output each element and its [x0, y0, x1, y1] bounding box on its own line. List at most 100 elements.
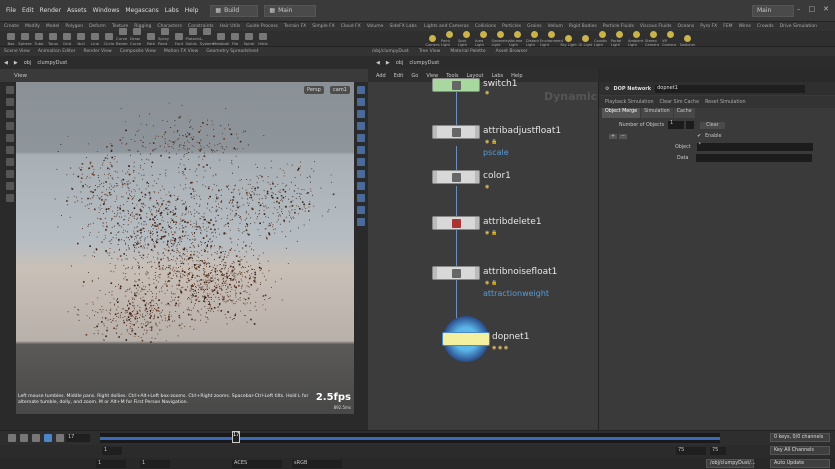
workspace-select[interactable]: ▦ Main	[264, 4, 317, 17]
magnet-icon[interactable]	[6, 182, 14, 190]
shelf-tool-spot-light[interactable]: Spot Light	[458, 31, 475, 47]
shelf-tool-environment-light[interactable]: Environment Light	[540, 31, 563, 47]
start-field[interactable]: 1	[96, 460, 126, 468]
shelf-tab-right-1[interactable]: Collisions	[475, 24, 496, 29]
persp-menu[interactable]: Persp	[304, 86, 324, 94]
shelf-tab-13[interactable]: Cloud FX	[341, 24, 361, 29]
shelf-tool-stereo-camera[interactable]: Stereo Camera	[645, 31, 662, 47]
forward-icon[interactable]: ▶	[14, 60, 18, 66]
reset-sim[interactable]: Reset Simulation	[705, 100, 745, 105]
key-all-channels-button[interactable]: Key All Channels	[770, 446, 830, 455]
shelf-tab-3[interactable]: Polygon	[65, 24, 83, 29]
desktop-select[interactable]: ▦ Build	[210, 4, 259, 17]
shelf-tool-switcher[interactable]: Switcher	[679, 35, 696, 47]
shelf-tab-right-6[interactable]: Particle Fluids	[603, 24, 634, 29]
shelf-tool-file[interactable]: File	[228, 33, 242, 46]
shelf-tab-2[interactable]: Model	[46, 24, 60, 29]
select-tool-icon[interactable]	[6, 86, 14, 94]
node-dopnet1[interactable]	[442, 332, 490, 346]
node-attribadjustfloat1[interactable]	[432, 125, 480, 139]
shelf-tab-right-10[interactable]: FEM	[723, 24, 732, 29]
left-tab-1[interactable]: Animation Editor	[38, 49, 76, 54]
lighting-icon[interactable]	[357, 122, 365, 130]
shelf-tool-caustic-light[interactable]: Caustic Light	[594, 31, 611, 47]
shelf-tab-right-7[interactable]: Viscous Fluids	[640, 24, 672, 29]
right-tab-1[interactable]: Tree View	[419, 49, 441, 54]
shelf-tool-curve-bezier[interactable]: Curve Bezier	[116, 28, 130, 46]
maximize-icon[interactable]: □	[809, 5, 816, 13]
left-tab-5[interactable]: Geometry Spreadsheet	[206, 49, 258, 54]
shelf-tab-right-5[interactable]: Rigid Bodies	[569, 24, 597, 29]
network-editor[interactable]: Dynamics switch1 ◉ attribadjustfloat1 ◉ …	[368, 78, 604, 430]
object-field[interactable]: *	[696, 143, 813, 151]
net-back-icon[interactable]: ◀	[376, 60, 380, 66]
range-end-field[interactable]: 75	[676, 447, 706, 455]
menu-assets[interactable]: Assets	[67, 7, 87, 14]
net-forward-icon[interactable]: ▶	[386, 60, 390, 66]
right-tab-3[interactable]: Asset Browser	[496, 49, 528, 54]
shelf-tool-metaball[interactable]: Metaball	[213, 33, 229, 46]
points-icon[interactable]	[357, 146, 365, 154]
tab-cache[interactable]: Cache	[673, 108, 695, 118]
shelf-tool-gi-light[interactable]: GI Light	[577, 35, 594, 47]
move-tool-icon[interactable]	[6, 98, 14, 106]
shelf-tab-right-4[interactable]: Vellum	[548, 24, 563, 29]
shelf-tool-sphere[interactable]: Sphere	[18, 33, 32, 46]
range-end-field-2[interactable]: 75	[710, 447, 726, 455]
shading-icon[interactable]	[357, 98, 365, 106]
ghost-icon[interactable]	[357, 134, 365, 142]
shelf-tab-right-9[interactable]: Pyro FX	[700, 24, 717, 29]
display-select[interactable]: sRGB	[292, 460, 342, 468]
shelf-tool-vr-camera[interactable]: VR Camera	[662, 31, 679, 47]
scene-viewport[interactable]: Persp cam1 Left mouse tumbles. Middle pa…	[16, 82, 354, 414]
menu-help[interactable]: Help	[185, 7, 199, 14]
left-tab-2[interactable]: Render View	[84, 49, 112, 54]
rotate-tool-icon[interactable]	[6, 110, 14, 118]
tab-object-merge[interactable]: Object Merge	[602, 108, 641, 118]
shelf-tab-right-13[interactable]: Drive Simulation	[780, 24, 817, 29]
net-path-obj[interactable]: obj	[396, 60, 404, 66]
menu-labs[interactable]: Labs	[165, 7, 179, 14]
shelf-tool-draw-curve[interactable]: Draw Curve	[130, 28, 144, 46]
shelf-tool-circle[interactable]: Circle	[102, 33, 116, 46]
path-obj[interactable]: obj	[24, 60, 32, 66]
shelf-tool-null[interactable]: Null	[74, 33, 88, 46]
view-tool-icon[interactable]	[6, 158, 14, 166]
menu-windows[interactable]: Windows	[93, 7, 120, 14]
clear-button[interactable]: Clear	[700, 121, 725, 129]
pose-tool-icon[interactable]	[6, 146, 14, 154]
colorspace-select[interactable]: ACES	[232, 460, 282, 468]
shelf-tab-4[interactable]: Deform	[89, 24, 106, 29]
shelf-tab-15[interactable]: SideFX Labs	[389, 24, 416, 29]
wireframe-icon[interactable]	[357, 110, 365, 118]
safe-area-icon[interactable]	[357, 206, 365, 214]
shelf-tool-font[interactable]: Font	[172, 33, 186, 46]
shelf-tool-line[interactable]: Line	[88, 33, 102, 46]
shelf-tool-geometry-light[interactable]: Geometry Light	[492, 31, 509, 47]
shelf-tab-right-3[interactable]: Grains	[527, 24, 542, 29]
shelf-tool-helix[interactable]: Helix	[256, 33, 270, 46]
shelf-tool-box[interactable]: Box	[4, 33, 18, 46]
record-icon[interactable]	[357, 218, 365, 226]
shelf-tab-14[interactable]: Volume	[367, 24, 384, 29]
minimize-icon[interactable]: –	[797, 5, 801, 13]
range-start-field[interactable]: 1	[102, 447, 122, 455]
node-switch1[interactable]	[432, 78, 480, 92]
network-menu-item-0[interactable]: Add	[376, 73, 386, 79]
shelf-tab-11[interactable]: Terrain FX	[284, 24, 306, 29]
shelf-tab-right-8[interactable]: Oceans	[678, 24, 695, 29]
node-attribdelete1[interactable]	[432, 216, 480, 230]
left-tab-4[interactable]: Motion FX View	[164, 49, 198, 54]
shelf-tool-sky-light[interactable]: Sky Light	[560, 35, 577, 47]
shelf-tab-0[interactable]: Create	[4, 24, 19, 29]
camera-icon[interactable]	[357, 182, 365, 190]
menu-file[interactable]: File	[6, 7, 16, 14]
shelf-tab-right-2[interactable]: Particles	[502, 24, 521, 29]
end-field[interactable]: 1	[140, 460, 170, 468]
menu-render[interactable]: Render	[40, 7, 61, 14]
remove-instance-button[interactable]: −	[619, 133, 628, 139]
shelf-tool-ambient-light[interactable]: Ambient Light	[628, 31, 645, 47]
timeline-playhead[interactable]: 17	[232, 431, 240, 443]
shelf-tool-camera[interactable]: Camera	[424, 35, 441, 47]
param-node-name[interactable]: dopnet1	[655, 84, 806, 93]
